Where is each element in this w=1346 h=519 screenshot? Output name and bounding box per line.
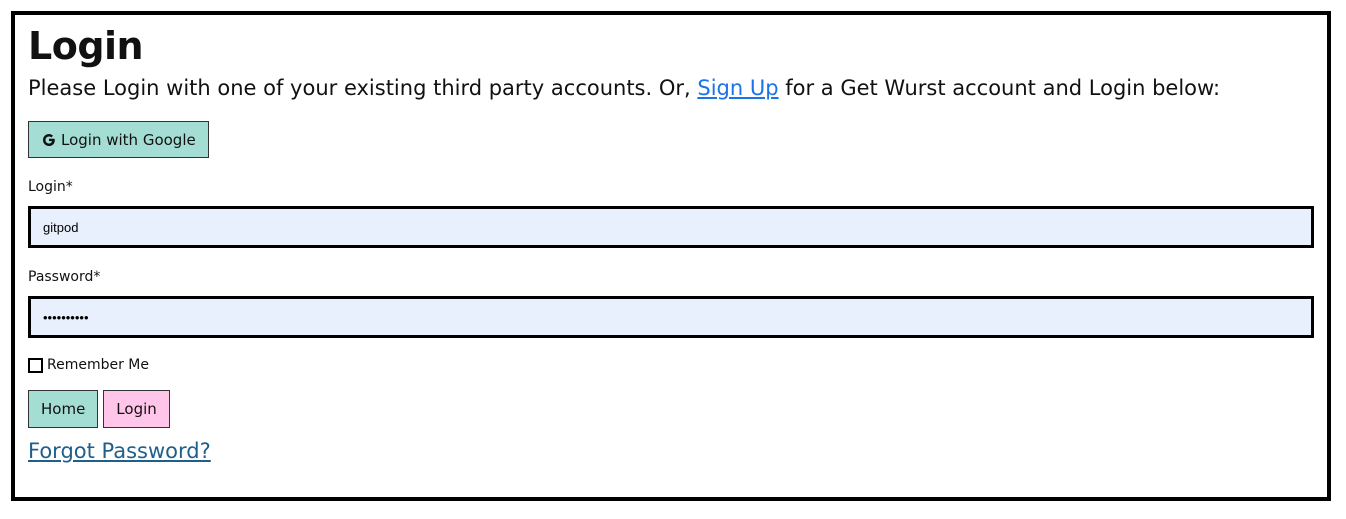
action-buttons: Home Login: [28, 390, 1314, 428]
login-input[interactable]: [28, 206, 1314, 248]
forgot-password-link[interactable]: Forgot Password?: [28, 439, 211, 463]
password-input[interactable]: [28, 296, 1314, 338]
sign-up-link[interactable]: Sign Up: [697, 76, 778, 100]
google-g-icon: [41, 132, 57, 148]
remember-me-checkbox[interactable]: [28, 357, 43, 373]
page-title: Login: [28, 24, 144, 68]
home-button[interactable]: Home: [28, 390, 99, 428]
intro-text-after: for a Get Wurst account and Login below:: [778, 76, 1221, 100]
remember-me-row: Remember Me: [28, 357, 1314, 373]
login-button[interactable]: Login: [103, 390, 170, 428]
intro-text-before: Please Login with one of your existing t…: [28, 76, 698, 100]
login-panel: Login Please Login with one of your exis…: [11, 11, 1331, 501]
password-label: Password*: [28, 269, 101, 285]
google-button-label: Login with Google: [61, 130, 196, 149]
remember-me-label: Remember Me: [47, 357, 149, 373]
login-content: Login Please Login with one of your exis…: [28, 23, 1314, 463]
login-label: Login*: [28, 179, 73, 195]
login-with-google-button[interactable]: Login with Google: [28, 121, 209, 158]
intro-text: Please Login with one of your existing t…: [28, 73, 1314, 103]
